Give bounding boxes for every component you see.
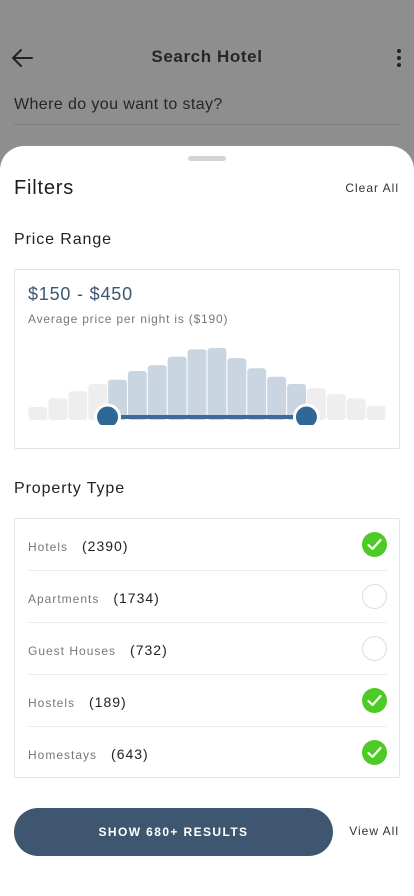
histogram-bar	[326, 394, 346, 420]
more-options-icon[interactable]	[394, 46, 404, 70]
histogram-bar	[227, 358, 247, 420]
property-type-count: (2390)	[82, 538, 129, 554]
property-type-row-apartments[interactable]: Apartments (1734)	[28, 571, 387, 623]
hostels-checkbox[interactable]	[362, 688, 387, 713]
property-type-count: (1734)	[113, 590, 160, 606]
histogram-bar	[366, 405, 386, 420]
show-results-button[interactable]: SHOW 680+ RESULTS	[14, 808, 333, 856]
histogram-bar	[187, 349, 207, 420]
property-type-count: (732)	[130, 642, 168, 658]
histogram-bar	[247, 368, 267, 420]
clear-all-button[interactable]: Clear All	[345, 181, 399, 195]
property-type-row-hotels[interactable]: Hotels (2390)	[28, 519, 387, 571]
hotels-checkbox[interactable]	[362, 532, 387, 557]
histogram-bar	[147, 365, 167, 420]
histogram-bar	[127, 371, 147, 420]
filters-bottom-sheet: Filters Clear All Price Range $150 - $45…	[0, 146, 414, 896]
price-histogram	[28, 345, 386, 425]
page-title: Search Hotel	[151, 47, 263, 66]
property-type-count: (189)	[89, 694, 127, 710]
property-type-name: Guest Houses	[28, 644, 117, 658]
average-price-text: Average price per night is ($190)	[28, 312, 229, 326]
property-type-card: Hotels (2390) Apartments (1734) Guest Hous…	[14, 518, 400, 778]
histogram-bar	[346, 398, 366, 420]
property-type-name: Homestays	[28, 748, 98, 762]
checkmark-icon	[367, 538, 382, 551]
histogram-bar	[267, 376, 287, 420]
price-min-handle[interactable]	[94, 403, 122, 425]
price-range-value: $150 - $450	[28, 284, 133, 304]
price-histogram-svg	[28, 348, 386, 425]
property-type-row-hostels[interactable]: Hostels (189)	[28, 675, 387, 727]
property-type-row-homestays[interactable]: Homestays (643)	[28, 727, 387, 779]
property-type-name: Apartments	[28, 592, 100, 606]
checkmark-icon	[367, 694, 382, 707]
histogram-bar	[48, 398, 68, 420]
checkmark-icon	[367, 746, 382, 759]
property-type-name: Hotels	[28, 540, 69, 554]
guest-houses-checkbox[interactable]	[362, 636, 387, 661]
price-max-handle[interactable]	[292, 403, 320, 425]
property-type-count: (643)	[111, 746, 149, 762]
filters-title: Filters	[14, 177, 75, 199]
histogram-bar	[28, 407, 48, 420]
search-underline	[14, 124, 400, 125]
homestays-checkbox[interactable]	[362, 740, 387, 765]
property-type-row-guest-houses[interactable]: Guest Houses (732)	[28, 623, 387, 675]
apartments-checkbox[interactable]	[362, 584, 387, 609]
search-question: Where do you want to stay?	[14, 96, 223, 113]
price-range-card: $150 - $450 Average price per night is (…	[14, 269, 400, 449]
price-range-label: Price Range	[14, 231, 112, 248]
sheet-drag-handle[interactable]	[188, 156, 226, 161]
histogram-bar	[167, 356, 187, 420]
histogram-bar	[207, 348, 227, 420]
histogram-bar	[68, 391, 88, 420]
view-all-link[interactable]: View All	[349, 824, 399, 838]
property-type-name: Hostels	[28, 696, 76, 710]
property-type-label: Property Type	[14, 480, 126, 497]
